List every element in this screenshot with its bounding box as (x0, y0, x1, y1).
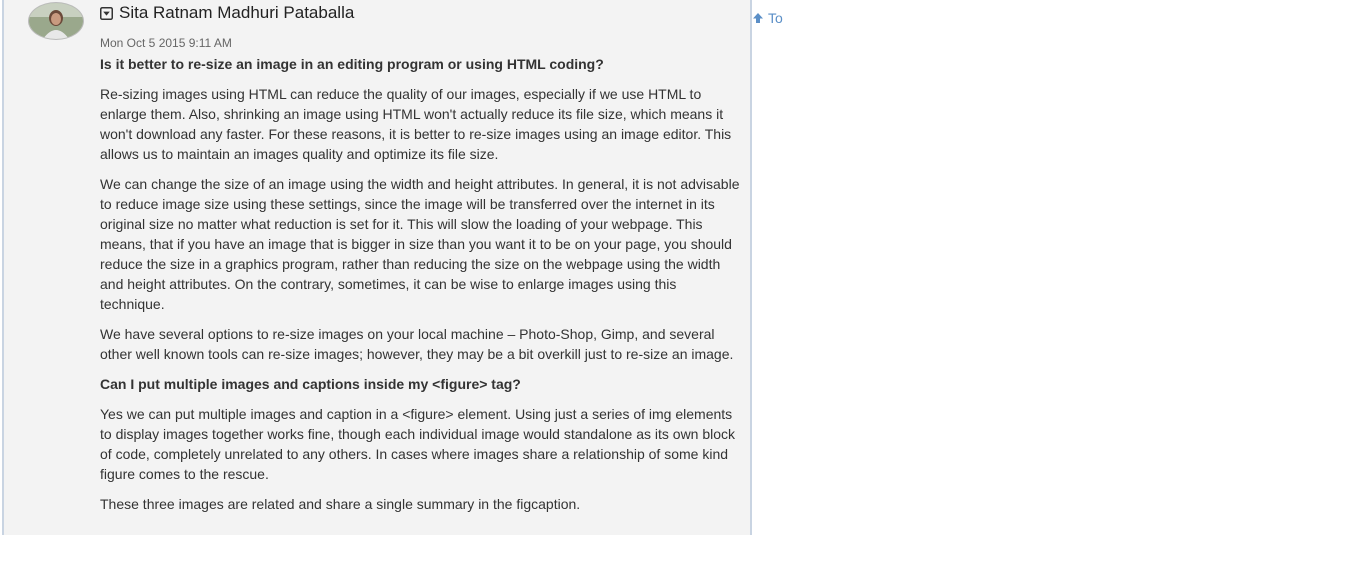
answer-paragraph: We can change the size of an image using… (100, 176, 740, 312)
answer-paragraph: These three images are related and share… (100, 496, 581, 512)
author-name[interactable]: Sita Ratnam Madhuri Pataballa (119, 3, 354, 23)
question-heading: Is it better to re-size an image in an e… (100, 56, 604, 72)
arrow-up-icon (752, 12, 764, 24)
post-panel: Sita Ratnam Madhuri Pataballa Mon Oct 5 … (2, 0, 752, 535)
answer-paragraph: Yes we can put multiple images and capti… (100, 406, 736, 482)
to-top-label: To (768, 10, 783, 26)
dropdown-box-icon[interactable] (100, 6, 113, 20)
post-content: Is it better to re-size an image in an e… (100, 54, 740, 524)
answer-paragraph: We have several options to re-size image… (100, 326, 734, 362)
question-heading: Can I put multiple images and captions i… (100, 376, 521, 392)
author-row: Sita Ratnam Madhuri Pataballa (100, 2, 354, 24)
answer-paragraph: Re-sizing images using HTML can reduce t… (100, 86, 732, 162)
post-timestamp: Mon Oct 5 2015 9:11 AM (100, 36, 232, 50)
avatar[interactable] (28, 2, 84, 40)
to-top-link[interactable]: To (752, 10, 783, 26)
avatar-photo (29, 3, 83, 39)
